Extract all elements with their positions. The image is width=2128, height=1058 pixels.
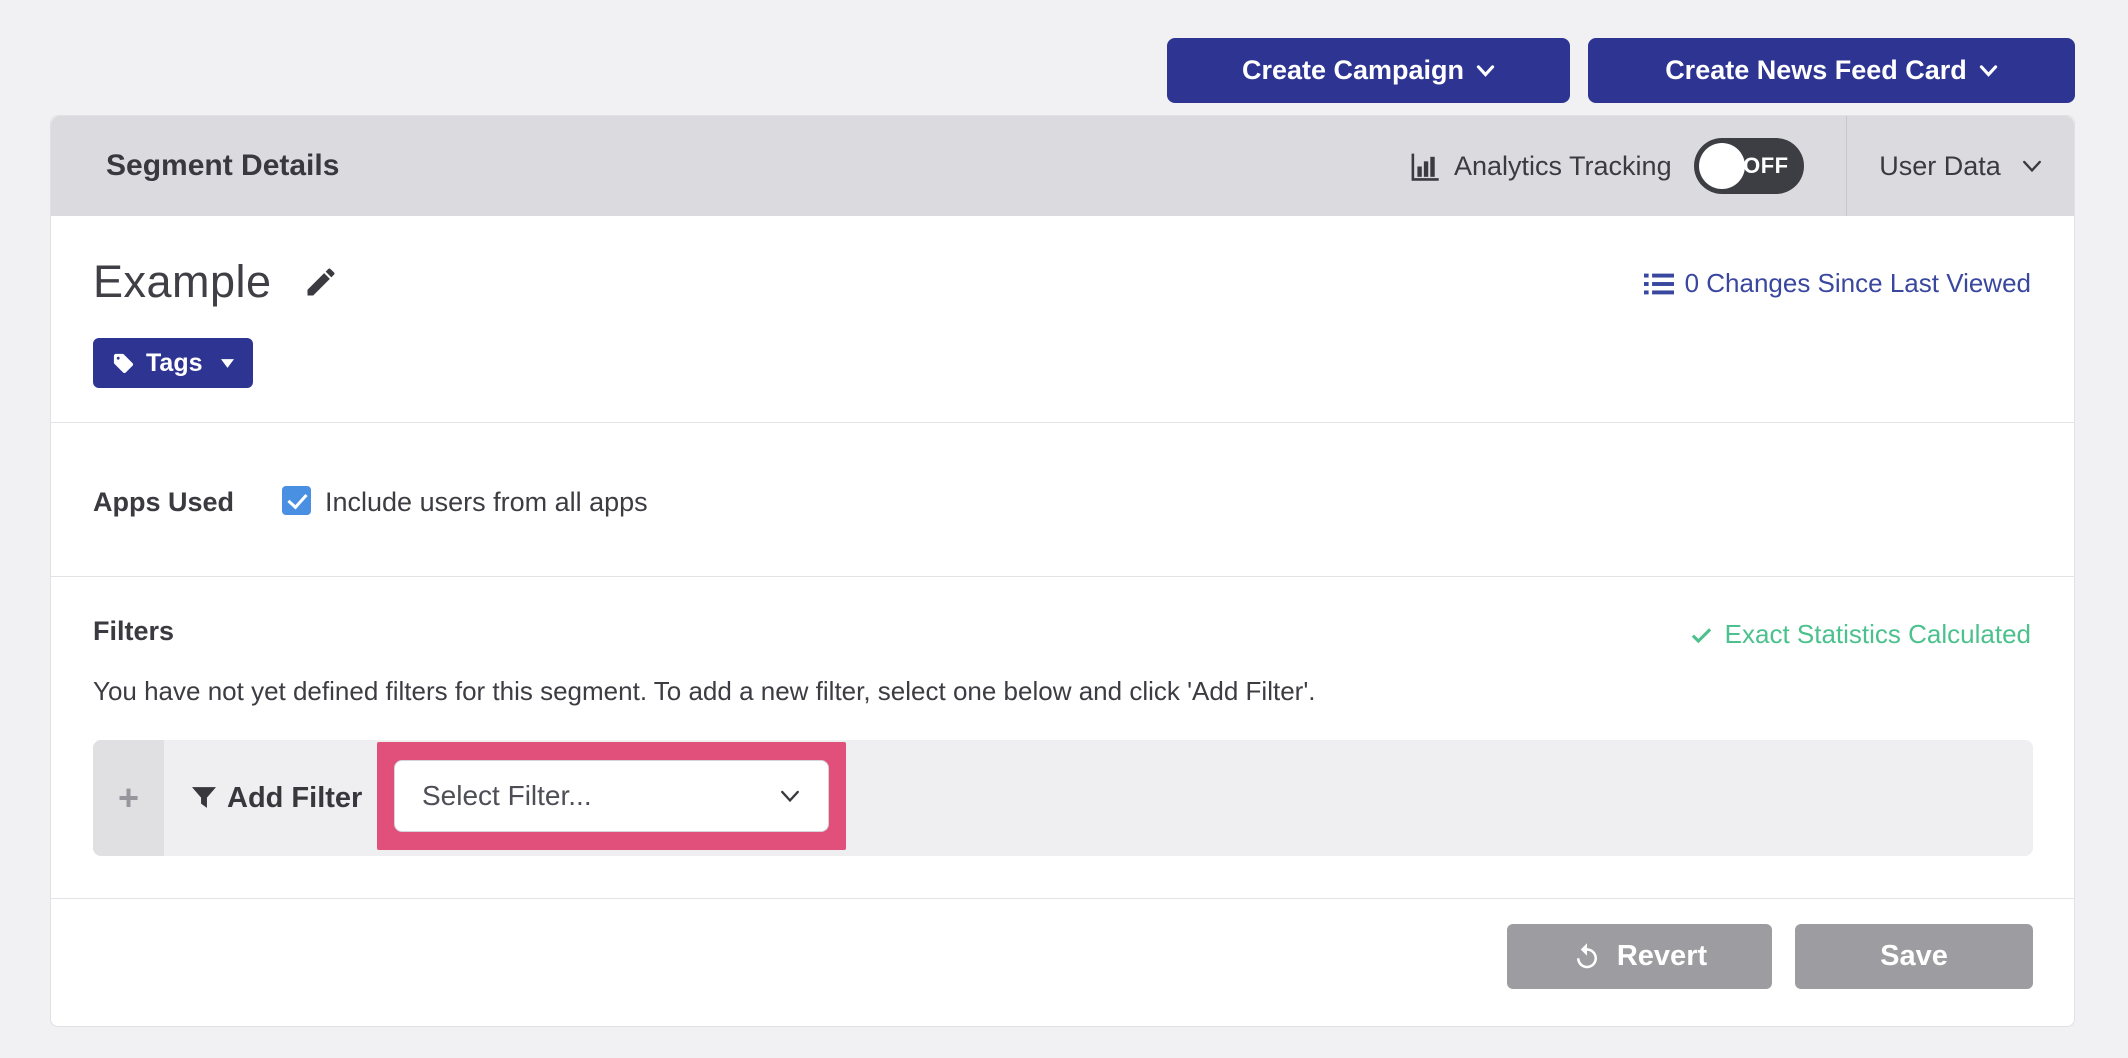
pencil-icon bbox=[303, 264, 339, 300]
filters-empty-message: You have not yet defined filters for thi… bbox=[93, 676, 1316, 707]
add-filter-label: Add Filter bbox=[227, 782, 362, 815]
save-button-label: Save bbox=[1880, 940, 1948, 973]
chevron-down-icon bbox=[1476, 65, 1495, 77]
section-divider bbox=[51, 576, 2074, 577]
select-filter-dropdown[interactable]: Select Filter... bbox=[394, 760, 829, 832]
apps-used-label: Apps Used bbox=[93, 487, 234, 518]
bar-chart-icon bbox=[1409, 151, 1440, 182]
user-data-label: User Data bbox=[1879, 151, 2001, 182]
chevron-down-icon bbox=[779, 790, 801, 803]
create-news-feed-card-label: Create News Feed Card bbox=[1665, 55, 1967, 86]
page-title: Segment Details bbox=[106, 116, 339, 216]
add-filter-row: + Add Filter Select Filter... bbox=[93, 740, 2033, 856]
segment-name: Example bbox=[93, 256, 272, 308]
section-divider bbox=[51, 422, 2074, 423]
create-campaign-button[interactable]: Create Campaign bbox=[1167, 38, 1570, 103]
changes-since-last-viewed-link[interactable]: 0 Changes Since Last Viewed bbox=[1644, 268, 2031, 299]
undo-icon bbox=[1572, 942, 1602, 972]
include-all-apps-label: Include users from all apps bbox=[325, 487, 648, 518]
list-icon bbox=[1644, 272, 1674, 296]
segment-details-page: Create Campaign Create News Feed Card Se… bbox=[0, 0, 2128, 1058]
create-campaign-label: Create Campaign bbox=[1242, 55, 1464, 86]
footer-divider bbox=[51, 898, 2074, 899]
segment-details-panel: Segment Details Analytics Tracking OFF U… bbox=[50, 115, 2075, 1027]
revert-button[interactable]: Revert bbox=[1507, 924, 1772, 989]
plus-icon[interactable]: + bbox=[93, 740, 164, 856]
toggle-state-label: OFF bbox=[1743, 153, 1804, 179]
analytics-tracking-toggle[interactable]: OFF bbox=[1694, 138, 1804, 194]
tags-button-label: Tags bbox=[146, 349, 203, 378]
revert-button-label: Revert bbox=[1617, 940, 1707, 973]
check-icon bbox=[1689, 622, 1714, 647]
filters-status-label: Exact Statistics Calculated bbox=[1725, 619, 2031, 650]
include-all-apps-checkbox[interactable] bbox=[282, 486, 311, 515]
panel-header: Segment Details Analytics Tracking OFF U… bbox=[51, 116, 2074, 216]
user-data-dropdown[interactable]: User Data bbox=[1847, 116, 2075, 216]
filters-label: Filters bbox=[93, 616, 174, 647]
changes-link-label: 0 Changes Since Last Viewed bbox=[1685, 268, 2031, 299]
analytics-tracking-label: Analytics Tracking bbox=[1454, 151, 1672, 182]
filters-status: Exact Statistics Calculated bbox=[1689, 619, 2031, 650]
toggle-knob bbox=[1699, 143, 1745, 189]
add-filter-group: Add Filter bbox=[192, 740, 362, 856]
select-filter-placeholder: Select Filter... bbox=[422, 780, 592, 812]
tags-button[interactable]: Tags bbox=[93, 338, 253, 388]
caret-down-icon bbox=[221, 359, 234, 368]
chevron-down-icon bbox=[2021, 160, 2043, 173]
edit-segment-name-button[interactable] bbox=[301, 263, 341, 303]
create-news-feed-card-button[interactable]: Create News Feed Card bbox=[1588, 38, 2075, 103]
tag-icon bbox=[112, 352, 135, 375]
save-button[interactable]: Save bbox=[1795, 924, 2033, 989]
chevron-down-icon bbox=[1979, 65, 1998, 77]
highlight-annotation: Select Filter... bbox=[377, 742, 846, 850]
filter-funnel-icon bbox=[192, 786, 216, 810]
analytics-tracking-group: Analytics Tracking OFF bbox=[1409, 116, 1804, 216]
